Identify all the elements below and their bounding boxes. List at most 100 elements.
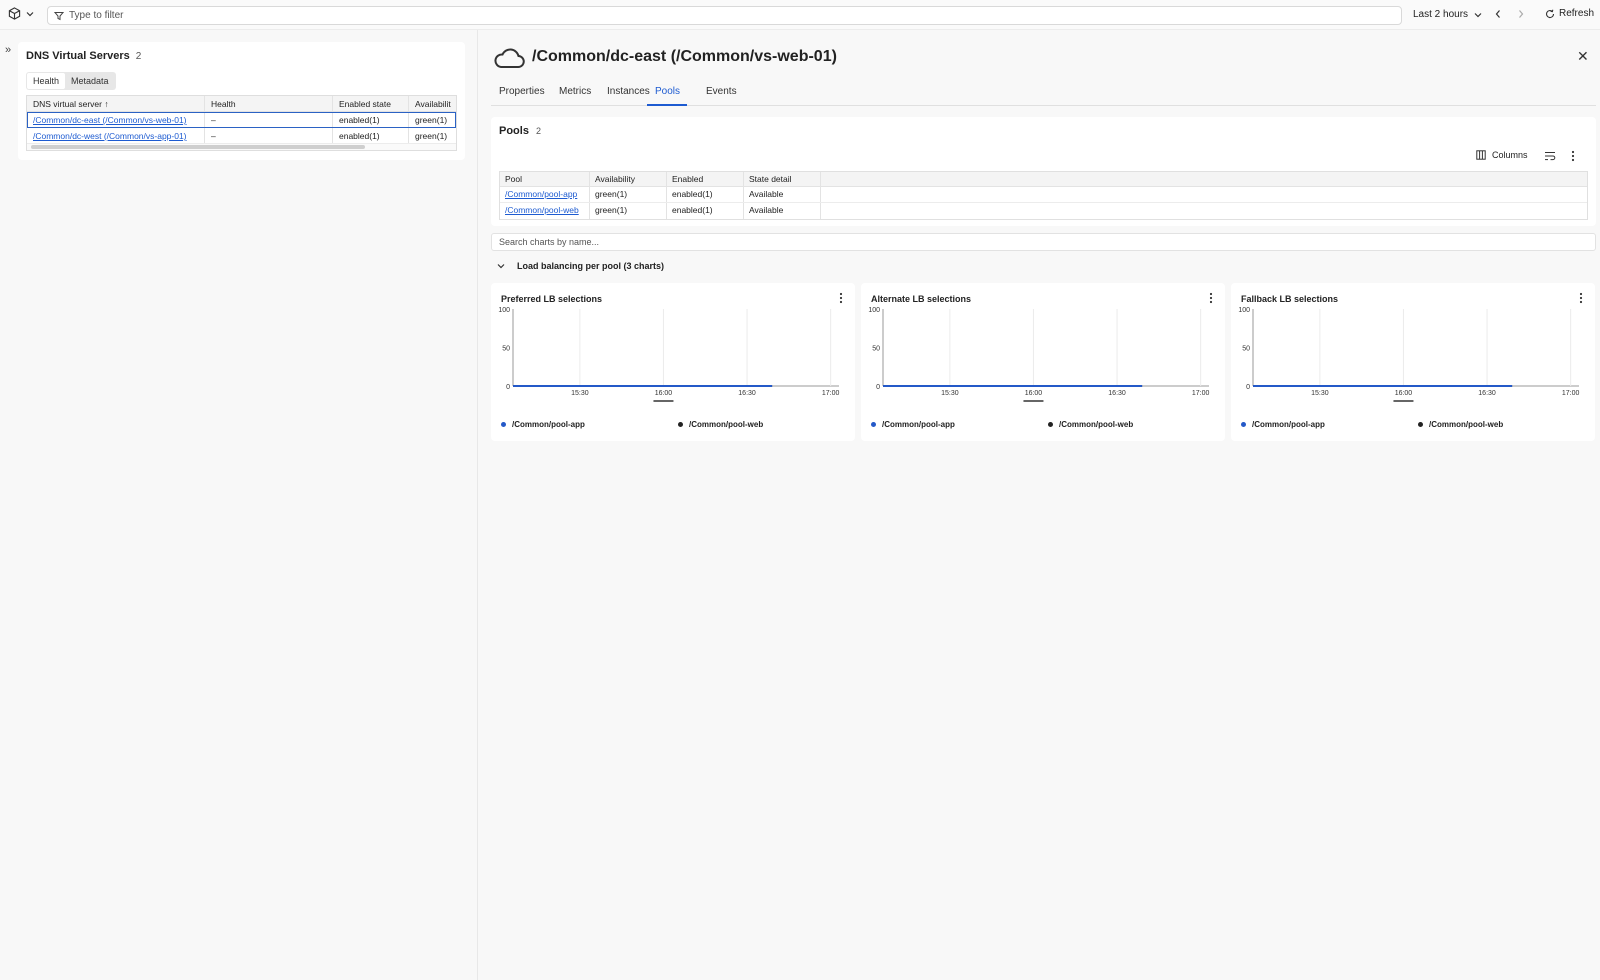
state-detail-cell: Available	[744, 203, 821, 219]
columns-label: Columns	[1492, 150, 1528, 160]
legend-label: /Common/pool-app	[1252, 420, 1325, 429]
server-link[interactable]: /Common/dc-east (/Common/vs-web-01)	[33, 115, 187, 125]
horizontal-scrollbar[interactable]	[27, 144, 456, 150]
column-header-pool[interactable]: Pool	[500, 172, 590, 186]
legend-label: /Common/pool-web	[1059, 420, 1134, 429]
time-range-label: Last 2 hours	[1413, 9, 1469, 20]
legend-label: /Common/pool-app	[882, 420, 955, 429]
previous-range-button[interactable]	[1494, 9, 1502, 19]
x-tick-label: 16:30	[1478, 390, 1496, 397]
legend-label: /Common/pool-web	[1429, 420, 1504, 429]
filter-placeholder: Type to filter	[69, 10, 124, 21]
x-tick-label: 16:00	[1395, 390, 1413, 397]
legend-dot	[1418, 422, 1423, 427]
panel-title: DNS Virtual Servers 2	[26, 50, 141, 62]
tab-metadata[interactable]: Metadata	[65, 73, 115, 89]
legend-dot	[501, 422, 506, 427]
y-tick-label: 0	[1246, 384, 1250, 391]
pools-title: Pools 2	[499, 125, 541, 137]
y-tick-label: 0	[876, 384, 880, 391]
column-header-enabled[interactable]: Enabled	[667, 172, 744, 186]
legend-item[interactable]: /Common/pool-web	[678, 420, 763, 429]
column-header-health[interactable]: Health	[205, 96, 333, 111]
y-tick-label: 0	[506, 384, 510, 391]
panel-divider[interactable]	[477, 30, 478, 980]
close-icon[interactable]: ✕	[1577, 48, 1589, 65]
legend-item[interactable]: /Common/pool-app	[871, 420, 955, 429]
legend-item[interactable]: /Common/pool-web	[1048, 420, 1133, 429]
column-header-enabled-state[interactable]: Enabled state	[333, 96, 409, 111]
legend-item[interactable]: /Common/pool-app	[501, 420, 585, 429]
availability-cell: green(1)	[415, 115, 448, 125]
line-chart: 0 50 100 15:30 16:00 16:30 17:00	[1238, 307, 1579, 402]
table-row[interactable]: /Common/pool-app green(1) enabled(1) Ava…	[500, 187, 1587, 203]
tab-pools[interactable]: Pools	[647, 86, 688, 106]
availability-cell: green(1)	[590, 187, 667, 202]
server-name-cell: /Common/dc-east (/Common/vs-web-01)	[27, 112, 205, 127]
panel-count: 2	[135, 51, 142, 62]
tab-properties[interactable]: Properties	[499, 86, 545, 106]
tab-health[interactable]: Health	[27, 73, 66, 89]
chart-card-alternate: Alternate LB selections 0 50 100 15:30 16:00…	[861, 283, 1225, 441]
x-tick-label: 15:30	[571, 390, 589, 397]
tab-instances[interactable]: Instances	[607, 86, 650, 106]
chart-card-fallback: Fallback LB selections 0 50 100 15:30 16:00 1…	[1231, 283, 1595, 441]
chart-search-input[interactable]: Search charts by name...	[491, 233, 1596, 251]
y-tick-label: 50	[502, 346, 510, 353]
more-options-icon[interactable]	[1571, 150, 1575, 162]
chevron-down-icon	[1474, 12, 1482, 17]
column-header-dns-virtual-server[interactable]: DNS virtual server ↑	[27, 96, 205, 111]
line-chart: 0 50 100 15:30 16:00 16:30 17:00	[868, 307, 1210, 402]
line-chart: 0 50 100 15:30 16:00 16:30 17:00	[498, 307, 839, 402]
cloud-icon	[494, 48, 525, 68]
section-header[interactable]: Load balancing per pool (3 charts)	[497, 261, 664, 271]
table-header: Pool Availability Enabled State detail	[500, 172, 1587, 187]
scrollbar-thumb[interactable]	[31, 145, 365, 149]
filter-input[interactable]: Type to filter	[47, 6, 1402, 25]
enabled-cell: enabled(1)	[667, 187, 744, 202]
y-tick-label: 100	[498, 307, 510, 314]
x-tick-label: 16:00	[655, 390, 673, 397]
refresh-button[interactable]: Refresh	[1545, 8, 1594, 19]
x-tick-label: 15:30	[941, 390, 959, 397]
dns-virtual-servers-panel: DNS Virtual Servers 2 Health Metadata DN…	[18, 42, 465, 160]
chart-card-preferred: Preferred LB selections 0 50 100 15:30 16:00…	[491, 283, 855, 441]
tab-events[interactable]: Events	[706, 86, 737, 106]
pool-link[interactable]: /Common/pool-web	[505, 205, 579, 215]
next-range-button[interactable]	[1517, 9, 1525, 19]
column-header-availability[interactable]: Availabilit	[409, 96, 456, 111]
legend-item[interactable]: /Common/pool-web	[1418, 420, 1503, 429]
wrap-lines-icon[interactable]	[1544, 151, 1556, 161]
legend-label: /Common/pool-app	[512, 420, 585, 429]
detail-tabs: Properties Metrics Instances Pools Event…	[491, 86, 1596, 106]
x-tick-label: 16:00	[1025, 390, 1043, 397]
chevron-down-icon	[26, 11, 34, 16]
pools-title-text: Pools	[499, 125, 529, 137]
pool-link[interactable]: /Common/pool-app	[505, 189, 577, 199]
legend-dot	[871, 422, 876, 427]
column-label: DNS virtual server	[33, 99, 102, 109]
tab-metrics[interactable]: Metrics	[559, 86, 591, 106]
virtual-servers-table: DNS virtual server ↑ Health Enabled stat…	[26, 95, 457, 151]
availability-cell: green(1)	[415, 131, 448, 141]
pool-cell: /Common/pool-web	[500, 203, 590, 219]
table-row[interactable]: /Common/pool-web green(1) enabled(1) Ava…	[500, 203, 1587, 219]
table-row[interactable]: /Common/dc-west (/Common/vs-app-01) – en…	[27, 128, 456, 144]
time-range-picker[interactable]: Last 2 hours	[1413, 9, 1482, 20]
columns-button[interactable]: Columns	[1476, 150, 1528, 160]
column-header-state-detail[interactable]: State detail	[744, 172, 821, 186]
legend-dot	[678, 422, 683, 427]
legend-item[interactable]: /Common/pool-app	[1241, 420, 1325, 429]
x-tick-label: 17:00	[1192, 390, 1210, 397]
state-detail-cell: Available	[744, 187, 821, 202]
table-row[interactable]: /Common/dc-east (/Common/vs-web-01) – en…	[27, 112, 456, 128]
enabled-cell: enabled(1)	[333, 128, 409, 143]
app-switcher[interactable]	[8, 7, 34, 20]
refresh-label: Refresh	[1559, 8, 1595, 19]
top-bar: Type to filter Last 2 hours Refresh	[0, 0, 1600, 30]
health-cell: –	[205, 128, 333, 143]
column-header-availability[interactable]: Availability	[590, 172, 667, 186]
server-link[interactable]: /Common/dc-west (/Common/vs-app-01)	[33, 131, 187, 141]
server-name-cell: /Common/dc-west (/Common/vs-app-01)	[27, 128, 205, 143]
expand-sidebar-icon[interactable]: »	[5, 44, 11, 56]
